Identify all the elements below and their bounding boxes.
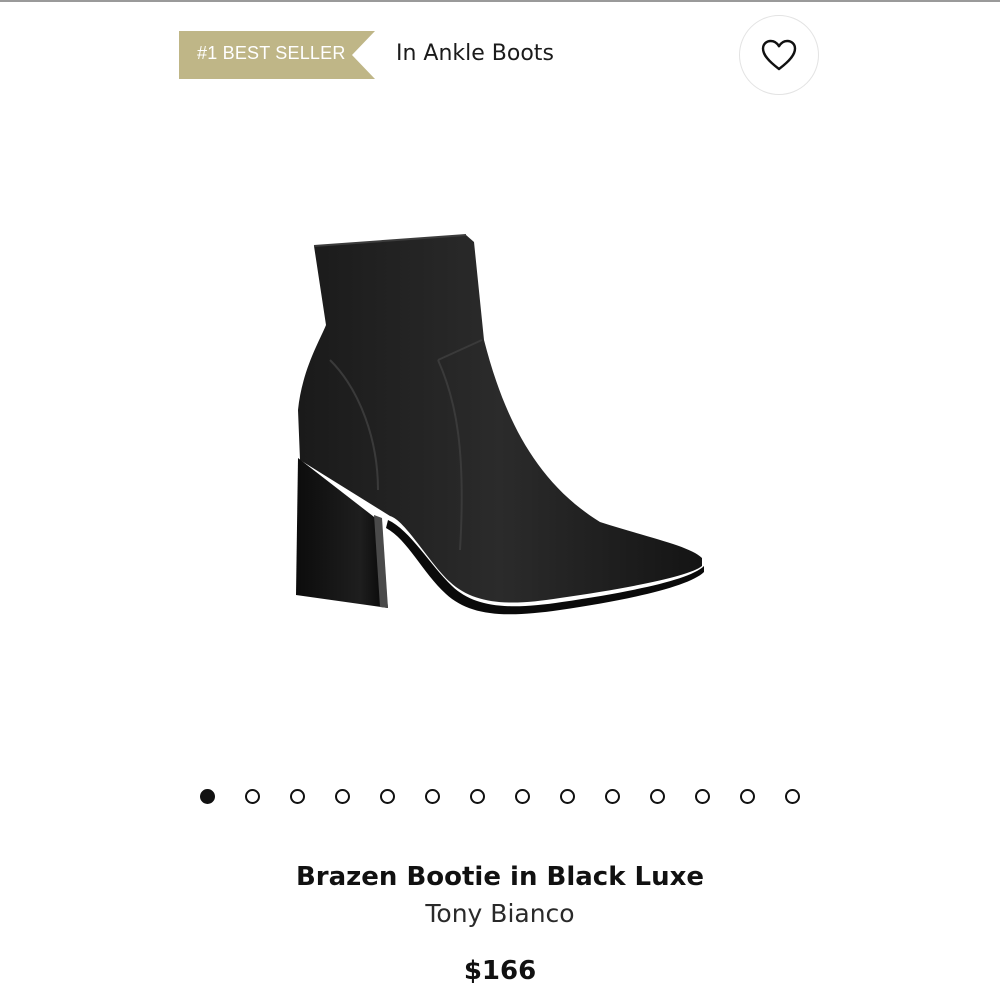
product-name[interactable]: Brazen Bootie in Black Luxe bbox=[0, 862, 1000, 892]
carousel-dot[interactable] bbox=[290, 789, 305, 804]
heart-icon bbox=[761, 39, 797, 71]
carousel-dot[interactable] bbox=[785, 789, 800, 804]
carousel-dot[interactable] bbox=[245, 789, 260, 804]
top-divider bbox=[0, 0, 1000, 2]
best-seller-badge: #1 BEST SELLER bbox=[179, 31, 375, 79]
product-image[interactable] bbox=[270, 220, 730, 640]
carousel-dot[interactable] bbox=[650, 789, 665, 804]
carousel-dot[interactable] bbox=[200, 789, 215, 804]
carousel-dot[interactable] bbox=[335, 789, 350, 804]
carousel-dot[interactable] bbox=[470, 789, 485, 804]
category-link[interactable]: In Ankle Boots bbox=[396, 41, 554, 66]
carousel-dot[interactable] bbox=[605, 789, 620, 804]
carousel-dot[interactable] bbox=[560, 789, 575, 804]
carousel-dot[interactable] bbox=[380, 789, 395, 804]
carousel-dots bbox=[200, 789, 800, 807]
favorite-button[interactable] bbox=[739, 15, 819, 95]
product-price: $166 bbox=[463, 956, 537, 986]
carousel-dot[interactable] bbox=[695, 789, 710, 804]
carousel-dot[interactable] bbox=[740, 789, 755, 804]
best-seller-badge-label: #1 BEST SELLER bbox=[197, 43, 346, 63]
ankle-boot-illustration bbox=[296, 234, 704, 615]
product-brand[interactable]: Tony Bianco bbox=[0, 899, 1000, 928]
carousel-dot[interactable] bbox=[425, 789, 440, 804]
product-page: #1 BEST SELLER In Ankle Boots Brazen Boo… bbox=[0, 0, 1000, 1000]
carousel-dot[interactable] bbox=[515, 789, 530, 804]
